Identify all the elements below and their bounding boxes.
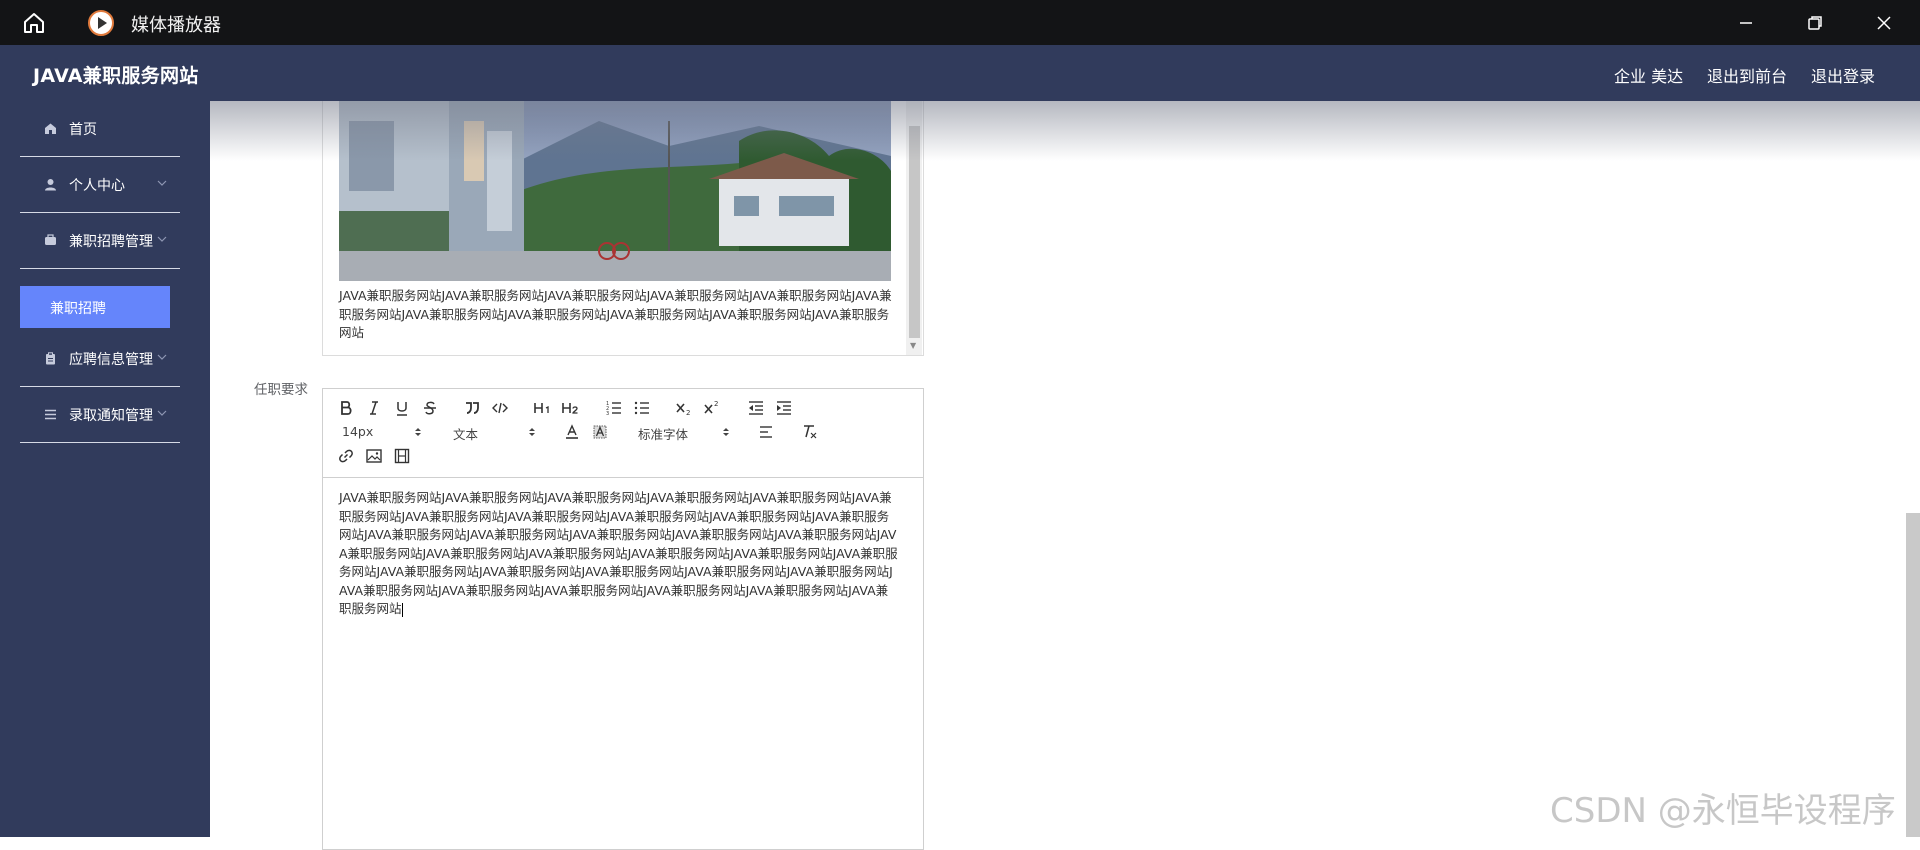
- logout-link[interactable]: 退出登录: [1811, 63, 1875, 87]
- minimize-icon[interactable]: [1733, 10, 1759, 36]
- outdent-icon[interactable]: [747, 399, 765, 417]
- select-arrows-icon: [415, 428, 421, 436]
- sidebar-item-personal-center[interactable]: 个人中心: [20, 157, 180, 213]
- chevron-down-icon: [157, 410, 167, 416]
- requirements-text[interactable]: JAVA兼职服务网站JAVA兼职服务网站JAVA兼职服务网站JAVA兼职服务网站…: [339, 489, 899, 619]
- play-icon: [88, 10, 114, 36]
- current-user: 企业 美达: [1614, 67, 1684, 86]
- font-size-select[interactable]: 14px: [342, 424, 373, 439]
- sidebar-item-label: 个人中心: [69, 178, 125, 194]
- chevron-down-icon: [157, 236, 167, 242]
- svg-text:2: 2: [714, 400, 718, 408]
- indent-icon[interactable]: [775, 399, 793, 417]
- subscript-icon[interactable]: 2: [675, 399, 693, 417]
- window-titlebar: 媒体播放器: [0, 0, 1920, 45]
- scroll-down-arrow-icon[interactable]: ▼: [910, 341, 916, 350]
- svg-text:3: 3: [606, 411, 609, 417]
- font-family-select[interactable]: 标准字体: [638, 424, 688, 443]
- home-icon[interactable]: [21, 10, 47, 36]
- back-to-front-link[interactable]: 退出到前台: [1707, 63, 1787, 87]
- sidebar-subitem-job-posting[interactable]: 兼职招聘: [20, 286, 170, 328]
- requirements-editor[interactable]: 1 2 3 2 2 14px 文本 标准字体 JAVA兼职服务网站JAVA兼职服…: [322, 388, 924, 850]
- code-block-icon[interactable]: [491, 399, 509, 417]
- image-icon[interactable]: [365, 447, 383, 465]
- sidebar-subitem-label: 兼职招聘: [50, 301, 106, 317]
- chevron-down-icon: [157, 354, 167, 360]
- clipboard-icon: [46, 352, 55, 365]
- chevron-down-icon: [157, 180, 167, 186]
- job-description-editor[interactable]: JAVA兼职服务网站JAVA兼职服务网站JAVA兼职服务网站JAVA兼职服务网站…: [322, 101, 924, 356]
- site-header: JAVA兼职服务网站 企业 美达 退出到前台 退出登录: [0, 45, 1920, 101]
- close-icon[interactable]: [1871, 10, 1897, 36]
- underline-icon[interactable]: [393, 399, 411, 417]
- window-title: 媒体播放器: [131, 15, 221, 36]
- editor-scrollbar-thumb[interactable]: [909, 126, 920, 338]
- header-select[interactable]: 文本: [453, 424, 478, 443]
- user-icon: [45, 179, 56, 191]
- sidebar-item-admission-notice[interactable]: 录取通知管理: [20, 387, 180, 443]
- editor-toolbar: 1 2 3 2 2 14px 文本 标准字体: [323, 389, 923, 478]
- blockquote-icon[interactable]: [463, 399, 481, 417]
- requirements-label: 任职要求: [254, 382, 308, 398]
- sidebar-item-label: 录取通知管理: [69, 408, 153, 424]
- home-icon: [45, 123, 56, 134]
- anime-street-image: [339, 101, 891, 281]
- sidebar: 首页 个人中心 兼职招聘管理 兼职招聘 应聘信息管理 录取通知管理: [0, 101, 210, 837]
- superscript-icon[interactable]: 2: [703, 399, 721, 417]
- strikethrough-icon[interactable]: [421, 399, 439, 417]
- watermark: CSDN @永恒毕设程序: [1550, 791, 1896, 831]
- sidebar-item-label: 首页: [69, 122, 97, 138]
- bold-icon[interactable]: [337, 399, 355, 417]
- heading-2-icon[interactable]: [561, 399, 581, 417]
- link-icon[interactable]: [337, 447, 355, 465]
- video-icon[interactable]: [393, 447, 411, 465]
- brand-title: JAVA兼职服务网站: [33, 65, 199, 87]
- sidebar-item-home[interactable]: 首页: [20, 101, 180, 157]
- requirements-content: JAVA兼职服务网站JAVA兼职服务网站JAVA兼职服务网站JAVA兼职服务网站…: [339, 490, 898, 616]
- select-arrows-icon: [529, 428, 535, 436]
- list-icon: [45, 409, 56, 420]
- restore-icon[interactable]: [1802, 10, 1828, 36]
- font-color-icon[interactable]: [563, 423, 581, 441]
- bullet-list-icon[interactable]: [633, 399, 651, 417]
- align-icon[interactable]: [757, 423, 775, 441]
- background-color-icon[interactable]: [591, 423, 609, 441]
- page-scrollbar-thumb[interactable]: [1906, 513, 1920, 837]
- sidebar-item-label: 应聘信息管理: [69, 352, 153, 368]
- sidebar-item-job-management[interactable]: 兼职招聘管理: [20, 213, 180, 269]
- heading-1-icon[interactable]: [533, 399, 553, 417]
- clear-format-icon[interactable]: [801, 423, 819, 441]
- select-arrows-icon: [723, 428, 729, 436]
- text-cursor: [401, 602, 403, 617]
- ordered-list-icon[interactable]: 1 2 3: [605, 399, 623, 417]
- job-description-text: JAVA兼职服务网站JAVA兼职服务网站JAVA兼职服务网站JAVA兼职服务网站…: [339, 288, 892, 340]
- svg-text:2: 2: [686, 409, 690, 417]
- sidebar-item-label: 兼职招聘管理: [69, 234, 153, 250]
- italic-icon[interactable]: [365, 399, 383, 417]
- briefcase-icon: [45, 234, 56, 245]
- sidebar-item-application-management[interactable]: 应聘信息管理: [20, 331, 180, 387]
